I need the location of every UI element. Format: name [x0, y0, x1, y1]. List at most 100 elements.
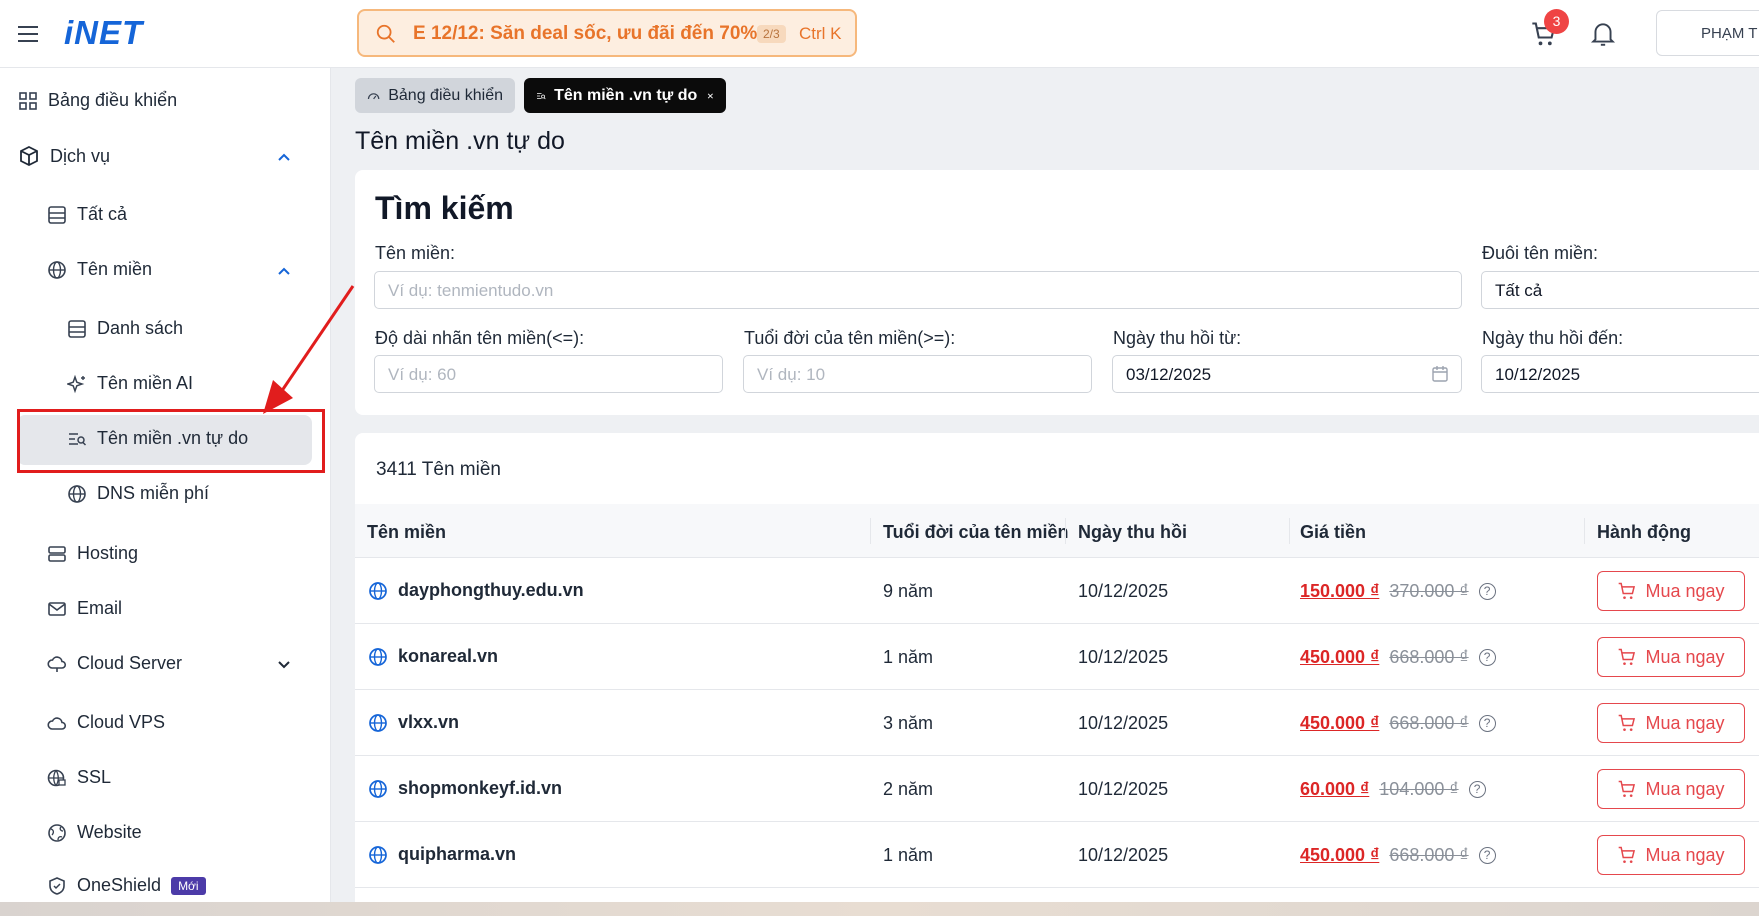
promo-page-indicator: 2/3 [757, 25, 786, 43]
length-input[interactable]: Ví dụ: 60 [374, 355, 723, 393]
domain-cell[interactable]: shopmonkeyf.id.vn [368, 778, 562, 799]
table-row: vlxx.vn 3 năm 10/12/2025 450.000 ₫ 668.000 ₫… [355, 690, 1759, 756]
sidebar-item-website[interactable]: Website [47, 822, 142, 843]
cart-icon [1619, 648, 1636, 665]
sidebar-item-ssl[interactable]: SSL [47, 767, 111, 788]
help-icon[interactable]: ? [1478, 715, 1496, 732]
domain-name: dayphongthuy.edu.vn [398, 580, 584, 600]
cloud-server-icon [47, 655, 66, 672]
sidebar-item-domains[interactable]: Tên miền [47, 259, 152, 280]
sidebar-item-label: Bảng điều khiển [48, 90, 178, 110]
tab-free-vn[interactable]: Tên miền .vn tự do [524, 78, 726, 113]
bottom-edge [0, 902, 1759, 916]
buy-now-label: Mua ngay [1645, 844, 1725, 865]
original-price: 668.000 ₫ [1389, 647, 1469, 667]
sidebar-item-label: Hosting [77, 543, 139, 563]
sale-price: 450.000 ₫ [1300, 845, 1380, 865]
sidebar-item-ai-domains[interactable]: Tên miền AI [67, 373, 193, 394]
buy-now-button[interactable]: Mua ngay [1597, 571, 1745, 611]
domain-label: Tên miền: [375, 243, 456, 263]
user-menu[interactable]: PHẠM T [1656, 10, 1759, 56]
column-header-date: Ngày thu hồi [1078, 522, 1187, 542]
search-list-icon [537, 92, 546, 99]
age-cell: 1 năm [883, 647, 934, 667]
original-price: 668.000 ₫ [1389, 713, 1469, 733]
help-icon[interactable]: ? [1468, 781, 1486, 798]
price-cell: 450.000 ₫ 668.000 ₫? [1300, 647, 1496, 668]
age-input[interactable]: Ví dụ: 10 [743, 355, 1092, 393]
sidebar-item-label: Email [77, 598, 123, 618]
box-icon [20, 145, 38, 167]
sidebar-item-hosting[interactable]: Hosting [47, 543, 138, 564]
help-icon[interactable]: ? [1478, 583, 1496, 600]
sidebar-item-label: Dịch vụ [50, 145, 111, 166]
gauge-icon [367, 92, 380, 99]
bell-icon[interactable] [1590, 20, 1616, 48]
sidebar-item-label: Tên miền [77, 259, 153, 279]
tab-dashboard[interactable]: Bảng điều khiển [355, 78, 515, 113]
age-label: Tuổi đời của tên miền(>=): [744, 328, 956, 348]
domain-cell[interactable]: konareal.vn [368, 646, 498, 667]
domain-cell[interactable]: dayphongthuy.edu.vn [368, 580, 584, 601]
buy-now-button[interactable]: Mua ngay [1597, 835, 1745, 875]
logo[interactable]: iNET [64, 14, 143, 52]
age-cell: 1 năm [883, 845, 934, 865]
date-from-input[interactable]: 03/12/2025 [1112, 355, 1462, 393]
buy-now-button[interactable]: Mua ngay [1597, 637, 1745, 677]
promo-search-bar[interactable]: E 12/12: Săn deal sốc, ưu đãi đến 70% 2/… [357, 9, 857, 57]
column-divider [1584, 518, 1585, 544]
extension-select[interactable]: Tất cả [1481, 271, 1759, 309]
sale-price: 450.000 ₫ [1300, 713, 1380, 733]
globe-icon [369, 713, 387, 732]
date-cell: 10/12/2025 [1078, 845, 1169, 865]
age-cell: 2 năm [883, 779, 934, 799]
chevron-up-icon[interactable] [275, 148, 293, 166]
sidebar-item-list[interactable]: Danh sách [67, 318, 183, 339]
buy-now-button[interactable]: Mua ngay [1597, 769, 1745, 809]
buy-now-label: Mua ngay [1645, 778, 1725, 799]
sidebar-item-label: DNS miễn phí [97, 483, 210, 503]
column-header-domain: Tên miền [367, 522, 447, 542]
sidebar-item-free-dns[interactable]: DNS miễn phí [67, 483, 209, 504]
price-cell: 60.000 ₫ 104.000 ₫? [1300, 779, 1486, 800]
help-icon[interactable]: ? [1478, 649, 1496, 666]
buy-now-button[interactable]: Mua ngay [1597, 703, 1745, 743]
cart-icon [1619, 846, 1636, 863]
price-cell: 450.000 ₫ 668.000 ₫? [1300, 713, 1496, 734]
column-header-action: Hành động [1597, 522, 1691, 542]
domain-cell[interactable]: quipharma.vn [368, 844, 516, 865]
sidebar-item-dashboard[interactable]: Bảng điều khiển [18, 90, 177, 111]
domain-cell[interactable]: vlxx.vn [368, 712, 459, 733]
original-price: 370.000 ₫ [1389, 581, 1469, 601]
sidebar-item-label: Tên miền AI [97, 373, 194, 393]
help-icon[interactable]: ? [1478, 847, 1496, 864]
sidebar-item-label: Cloud VPS [77, 712, 166, 732]
date-cell: 10/12/2025 [1078, 647, 1169, 667]
globe-icon [369, 647, 387, 666]
domain-search-input[interactable]: Ví dụ: tenmientudo.vn [374, 271, 1462, 309]
table-row: shopmonkeyf.id.vn 2 năm 10/12/2025 60.000 ₫… [355, 756, 1759, 822]
sidebar-item-email[interactable]: Email [47, 598, 122, 619]
sparkle-icon [67, 374, 85, 393]
chevron-up-icon[interactable] [275, 262, 293, 280]
website-icon [48, 823, 66, 842]
menu-icon[interactable] [16, 22, 40, 46]
sidebar-item-services[interactable]: Dịch vụ [18, 145, 110, 167]
globe-icon [369, 845, 387, 864]
calendar-icon[interactable] [1431, 365, 1449, 383]
price-cell: 150.000 ₫ 370.000 ₫? [1300, 581, 1496, 602]
result-count: 3411 Tên miền [376, 459, 501, 480]
sidebar-item-cloud-vps[interactable]: Cloud VPS [47, 712, 165, 733]
sidebar-item-oneshield[interactable]: OneShield Mới [47, 875, 206, 896]
sale-price: 60.000 ₫ [1300, 779, 1370, 799]
list-icon [68, 319, 86, 338]
promo-text: E 12/12: Săn deal sốc, ưu đãi đến 70% [413, 23, 758, 44]
date-to-input[interactable]: 10/12/2025 [1481, 355, 1759, 393]
date-cell: 10/12/2025 [1078, 779, 1169, 799]
close-icon[interactable] [707, 90, 714, 102]
sidebar-item-all[interactable]: Tất cả [47, 204, 127, 225]
top-header: iNET E 12/12: Săn deal sốc, ưu đãi đến 7… [0, 0, 1759, 68]
globe-icon [68, 484, 86, 503]
sidebar-item-cloud-server[interactable]: Cloud Server [47, 653, 182, 674]
chevron-down-icon[interactable] [275, 656, 293, 674]
